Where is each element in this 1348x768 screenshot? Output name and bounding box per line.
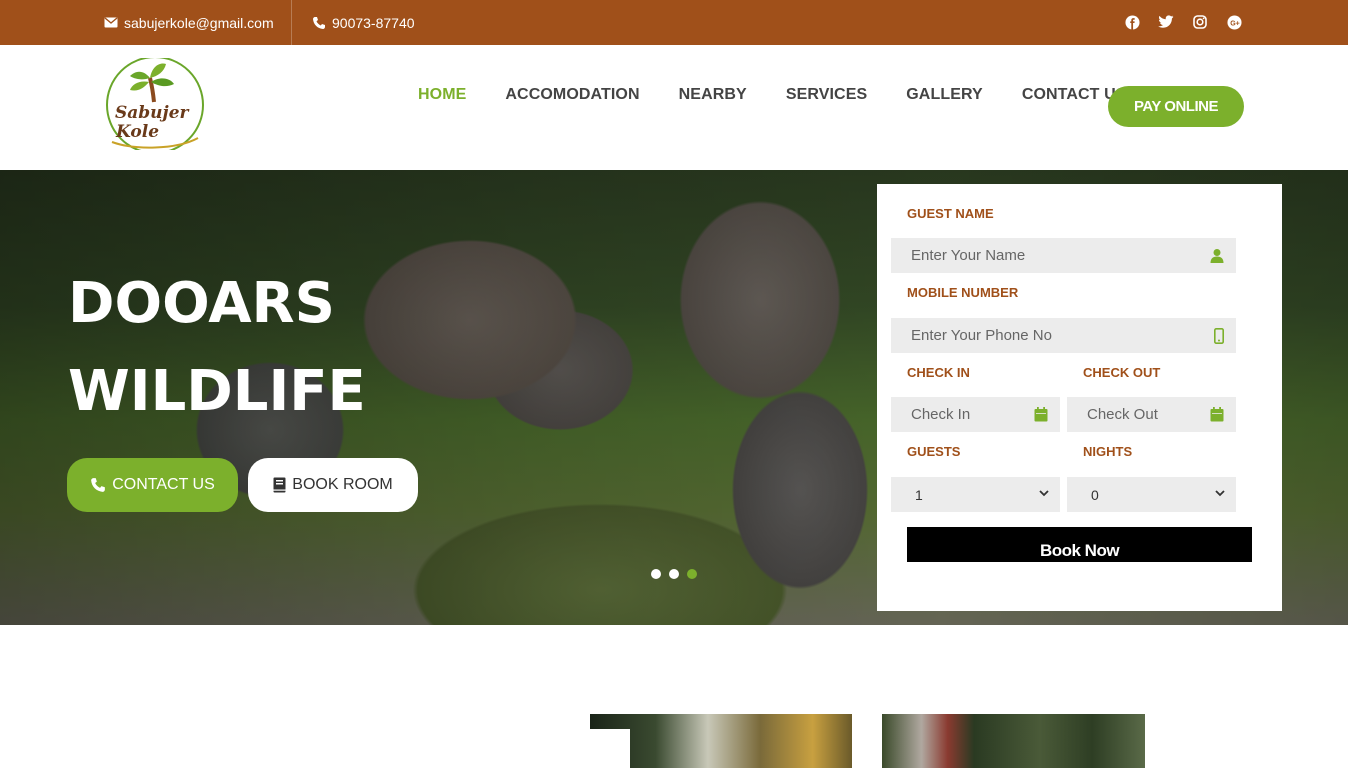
check-in-label: CHECK IN — [907, 365, 970, 380]
slider-dot-3[interactable] — [687, 569, 697, 579]
nav-services[interactable]: SERVICES — [786, 86, 867, 104]
guest-name-label: GUEST NAME — [907, 206, 994, 221]
phone-contact[interactable]: 90073-87740 — [312, 0, 415, 45]
guest-name-placeholder: Enter Your Name — [911, 247, 1026, 264]
calendar-icon — [1034, 407, 1048, 422]
guests-select[interactable]: 1 — [891, 477, 1060, 512]
instagram-icon[interactable] — [1191, 13, 1209, 31]
mobile-icon — [1214, 328, 1224, 344]
slider-dots — [651, 569, 697, 579]
hero-contact-label: CONTACT US — [112, 476, 215, 493]
mobile-number-label: MOBILE NUMBER — [907, 285, 1019, 300]
nights-label: NIGHTS — [1083, 444, 1133, 459]
book-icon — [273, 477, 286, 493]
facebook-icon[interactable] — [1123, 13, 1141, 31]
check-out-input[interactable]: Check Out — [1067, 397, 1236, 432]
social-links: G+ — [1123, 13, 1243, 31]
svg-text:G+: G+ — [1230, 20, 1240, 27]
logo-text-line2: Kole — [115, 122, 159, 142]
brand-logo[interactable]: Sabujer Kole — [104, 56, 206, 154]
calendar-icon — [1210, 407, 1224, 422]
booking-form: GUEST NAME Enter Your Name MOBILE NUMBER… — [877, 184, 1282, 611]
twitter-icon[interactable] — [1157, 13, 1175, 31]
preview-image-2 — [882, 714, 1145, 768]
nights-value: 0 — [1091, 486, 1099, 503]
site-header: Sabujer Kole HOME ACCOMODATION NEARBY SE… — [0, 45, 1348, 170]
hero-title-line1: DOOARS — [68, 271, 335, 336]
hero-book-room-button[interactable]: BOOK ROOM — [248, 458, 418, 512]
slider-dot-1[interactable] — [651, 569, 661, 579]
check-out-label: CHECK OUT — [1083, 365, 1161, 380]
phone-icon — [313, 16, 325, 29]
email-text: sabujerkole@gmail.com — [124, 14, 274, 31]
book-now-button[interactable]: Book Now — [907, 527, 1252, 562]
pay-online-button[interactable]: PAY ONLINE — [1108, 86, 1244, 127]
nav-gallery[interactable]: GALLERY — [906, 86, 983, 104]
nights-select[interactable]: 0 — [1067, 477, 1236, 512]
check-out-placeholder: Check Out — [1087, 406, 1158, 423]
guests-value: 1 — [915, 486, 923, 503]
nav-home[interactable]: HOME — [418, 86, 466, 104]
check-in-input[interactable]: Check In — [891, 397, 1060, 432]
email-contact[interactable]: sabujerkole@gmail.com — [104, 0, 274, 45]
guests-label: GUESTS — [907, 444, 961, 459]
mobile-number-input[interactable]: Enter Your Phone No — [891, 318, 1236, 353]
user-icon — [1210, 249, 1224, 263]
phone-icon — [91, 478, 106, 492]
check-in-placeholder: Check In — [911, 406, 971, 423]
hero-contact-button[interactable]: CONTACT US — [67, 458, 238, 512]
topbar-divider — [291, 0, 292, 45]
slider-dot-2[interactable] — [669, 569, 679, 579]
chevron-down-icon — [1039, 490, 1049, 497]
hero-title-line2: WILDLIFE — [68, 359, 366, 424]
chevron-down-icon — [1215, 490, 1225, 497]
main-nav: HOME ACCOMODATION NEARBY SERVICES GALLER… — [418, 86, 1166, 104]
guest-name-input[interactable]: Enter Your Name — [891, 238, 1236, 273]
phone-text: 90073-87740 — [332, 14, 415, 31]
logo-text-line1: Sabujer — [115, 103, 190, 123]
nav-nearby[interactable]: NEARBY — [679, 86, 747, 104]
top-bar: sabujerkole@gmail.com 90073-87740 G+ — [0, 0, 1348, 45]
mobile-number-placeholder: Enter Your Phone No — [911, 327, 1052, 344]
google-plus-icon[interactable]: G+ — [1225, 13, 1243, 31]
hero-book-room-label: BOOK ROOM — [292, 476, 393, 493]
nav-accomodation[interactable]: ACCOMODATION — [505, 86, 639, 104]
envelope-icon — [104, 17, 118, 28]
preview-image-1 — [590, 714, 852, 768]
